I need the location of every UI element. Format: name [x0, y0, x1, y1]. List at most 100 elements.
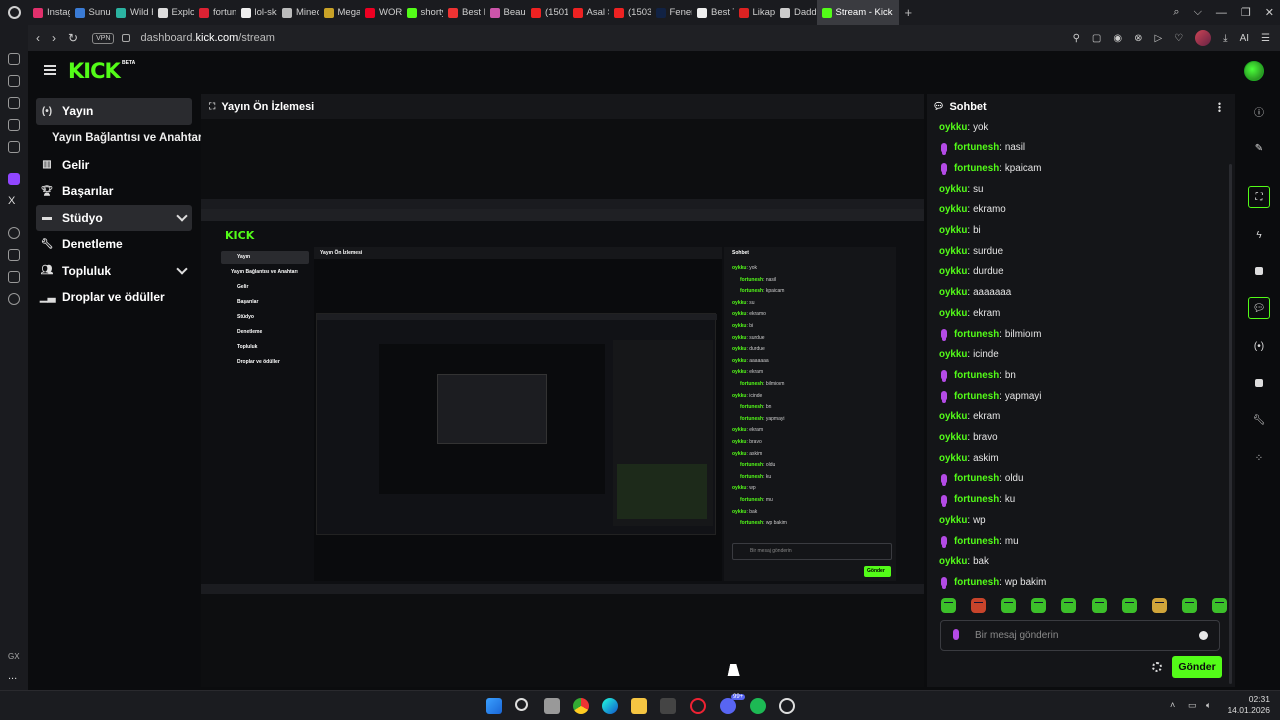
nav-item-achievements[interactable]: 🏆︎ Başarılar	[36, 178, 192, 205]
chat-message[interactable]: fortunesh: ku	[939, 491, 1015, 509]
chat-username[interactable]: fortunesh	[954, 391, 999, 402]
chat-username[interactable]: oykku	[939, 453, 967, 464]
chat-input[interactable]: Bir mesaj gönderin	[940, 620, 1220, 651]
pin-icon[interactable]: ⚲	[1073, 33, 1080, 44]
broadcast-toggle-icon[interactable]: (•)	[1248, 335, 1270, 357]
new-tab-button[interactable]: +	[899, 0, 919, 25]
chat-username[interactable]: oykku	[939, 411, 967, 422]
play-icon[interactable]: ▷	[1154, 33, 1162, 44]
chat-username[interactable]: fortunesh	[954, 494, 999, 505]
user-avatar[interactable]	[1244, 61, 1264, 81]
app-icon[interactable]	[660, 698, 676, 714]
browser-tab[interactable]: Asal Sa	[568, 0, 609, 25]
emote-icon[interactable]	[971, 598, 987, 613]
download-icon[interactable]: ⤓	[1223, 33, 1227, 44]
start-icon[interactable]	[486, 698, 502, 714]
browser-tab[interactable]: Sunucu	[70, 0, 111, 25]
browser-tab-active[interactable]: Stream - Kick	[816, 0, 899, 25]
chat-message[interactable]: oykku: bak	[939, 553, 989, 571]
browser-tab[interactable]: Best Fu	[443, 0, 485, 25]
settings-icon[interactable]	[8, 293, 20, 305]
chat-username[interactable]: oykku	[939, 122, 967, 133]
browser-tab[interactable]: Beaulis	[485, 0, 526, 25]
emote-icon[interactable]	[1091, 598, 1107, 613]
nav-item-stream[interactable]: (•) Yayın	[36, 98, 192, 125]
browser-tab[interactable]: Instagr	[28, 0, 70, 25]
preview-toggle-icon[interactable]: ⛶	[1248, 186, 1270, 208]
edge-icon[interactable]	[602, 698, 618, 714]
nav-item-community[interactable]: 👥︎ Topluluk	[36, 258, 192, 285]
tab-menu-icon[interactable]: ⌵	[1194, 6, 1202, 19]
tray-chevron-icon[interactable]: ˄	[1170, 700, 1175, 710]
chat-message[interactable]: oykku: su	[939, 180, 983, 198]
emote-icon[interactable]	[1181, 598, 1197, 613]
emote-icon[interactable]	[1061, 598, 1077, 613]
chat-message[interactable]: oykku: surdue	[939, 242, 1003, 260]
browser-tab[interactable]: Explore	[153, 0, 194, 25]
browser-tab[interactable]: Best Tf	[692, 0, 734, 25]
chat-message[interactable]: fortunesh: nasil	[939, 139, 1025, 157]
chat-settings-icon[interactable]	[1152, 662, 1162, 672]
volume-icon[interactable]: 🔈︎	[1206, 700, 1211, 711]
chat-toggle-icon[interactable]: 💬︎	[1248, 297, 1270, 319]
browser-tab[interactable]: Daddy	[775, 0, 817, 25]
hamburger-menu-icon[interactable]	[44, 65, 56, 75]
gx-label[interactable]: GX	[8, 652, 20, 661]
quick-actions-icon[interactable]: ϟ	[1248, 224, 1270, 246]
snapshot-icon[interactable]: ▢	[1092, 33, 1101, 44]
apps-icon[interactable]: ⁘	[1248, 447, 1270, 469]
discord-icon[interactable]	[720, 698, 736, 714]
reload-icon[interactable]: ↻	[68, 31, 78, 45]
opera-logo-icon[interactable]	[0, 0, 28, 25]
nav-item-income[interactable]: ▥ Gelir	[36, 152, 192, 179]
browser-tab[interactable]: shortyb	[402, 0, 443, 25]
more-icon[interactable]: ...	[8, 670, 17, 682]
steam-icon[interactable]	[779, 698, 795, 714]
vpn-badge[interactable]: VPN	[92, 32, 115, 44]
lock-icon[interactable]	[122, 34, 131, 42]
chat-username[interactable]: oykku	[939, 184, 967, 195]
history-icon[interactable]	[8, 75, 20, 87]
task-view-icon[interactable]	[544, 698, 560, 714]
minimize-icon[interactable]: —	[1216, 7, 1227, 19]
search-icon[interactable]: ⌕	[1173, 6, 1179, 19]
browser-tab[interactable]: Wild Rif	[111, 0, 153, 25]
nav-subitem-stream-keys[interactable]: Yayın Bağlantısı ve Anahtarı	[36, 125, 206, 152]
chat-message[interactable]: oykku: ekram	[939, 304, 1000, 322]
chat-message[interactable]: oykku: askim	[939, 449, 999, 467]
chat-username[interactable]: oykku	[939, 349, 967, 360]
chat-message[interactable]: fortunesh: mu	[939, 532, 1019, 550]
browser-tab[interactable]: lol-skin	[236, 0, 277, 25]
chat-username[interactable]: oykku	[939, 204, 967, 215]
chat-message[interactable]: oykku: wp	[939, 511, 986, 529]
chat-username[interactable]: fortunesh	[954, 142, 999, 153]
chat-message[interactable]: oykku: bravo	[939, 429, 998, 447]
flow-icon[interactable]: ⊗	[1134, 33, 1142, 44]
chat-username[interactable]: fortunesh	[954, 577, 999, 588]
chat-message[interactable]: fortunesh: kpaicam	[939, 159, 1041, 177]
send-button[interactable]: Gönder	[1172, 656, 1222, 678]
chat-username[interactable]: oykku	[939, 287, 967, 298]
chat-message[interactable]: oykku: icinde	[939, 346, 999, 364]
player-icon[interactable]	[8, 227, 20, 239]
stream-preview-video[interactable]: KICK Yayın Yayın Bağlantısı ve Anahtarı …	[201, 199, 924, 594]
news-icon[interactable]	[8, 119, 20, 131]
clock[interactable]: 02:31 14.01.2026	[1227, 694, 1270, 716]
chat-message[interactable]: fortunesh: oldu	[939, 470, 1023, 488]
browser-tab[interactable]: WORLD	[360, 0, 402, 25]
browser-tab[interactable]: Fenerb	[651, 0, 692, 25]
nav-item-moderation[interactable]: 🔧︎ Denetleme	[36, 231, 192, 258]
chat-username[interactable]: oykku	[939, 308, 967, 319]
search-icon[interactable]	[515, 698, 528, 711]
browser-tab[interactable]: Mineco	[277, 0, 319, 25]
chat-message[interactable]: oykku: yok	[939, 118, 988, 136]
notes-icon[interactable]	[1248, 260, 1270, 282]
emote-icon[interactable]	[1001, 598, 1017, 613]
back-icon[interactable]: ‹	[36, 31, 40, 45]
nav-item-drops[interactable]: ▁▃ Droplar ve ödüller	[36, 284, 192, 311]
clock-icon[interactable]	[8, 249, 20, 261]
mail-icon[interactable]	[8, 141, 20, 153]
chat-message[interactable]: oykku: ekram	[939, 408, 1000, 426]
chat-username[interactable]: oykku	[939, 515, 967, 526]
chat-message[interactable]: oykku: bi	[939, 222, 981, 240]
